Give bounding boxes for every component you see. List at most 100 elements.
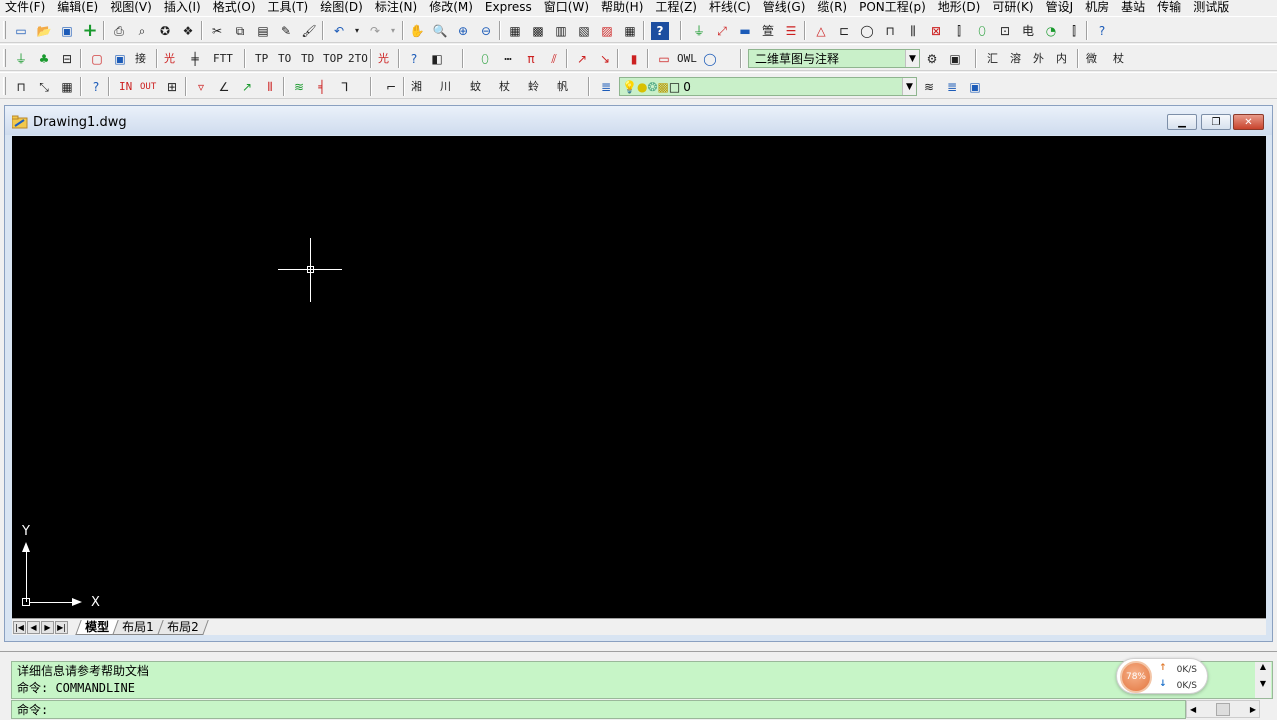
dim-grid-icon[interactable]: ▦ (58, 78, 76, 96)
oval-icon[interactable]: ⬯ (973, 22, 991, 40)
print-icon[interactable]: ⎙ (110, 22, 128, 40)
add-icon[interactable]: + (81, 22, 99, 40)
layer-states-icon[interactable]: ≣ (943, 78, 961, 96)
tab-layout1[interactable]: 布局1 (112, 619, 164, 635)
calculator-icon[interactable]: ▦ (621, 22, 639, 40)
brush-icon[interactable]: 🖌 (300, 22, 318, 40)
tb2-button-12[interactable]: 外 (1032, 50, 1045, 68)
sheetset-icon[interactable]: ▧ (575, 22, 593, 40)
ladder-icon[interactable]: ╡ (313, 78, 331, 96)
cut-icon[interactable]: ✂ (208, 22, 226, 40)
terrain-icon[interactable]: ⫿ (1065, 22, 1083, 40)
rack-icon[interactable]: ⫼ (904, 22, 922, 40)
redo-icon[interactable]: ↷ (366, 22, 384, 40)
menu-modify[interactable]: 修改(M) (424, 1, 480, 14)
menu-format[interactable]: 格式(O) (208, 1, 263, 14)
gauge-icon[interactable]: ◔ (1042, 22, 1060, 40)
redo-dropdown-icon[interactable]: ▾ (384, 22, 402, 40)
help-query-icon[interactable]: ? (87, 78, 105, 96)
tab-last-icon[interactable]: ▶| (55, 620, 68, 634)
tb3-button-6[interactable]: 蛉 (527, 78, 540, 96)
properties-icon[interactable]: ▦ (506, 22, 524, 40)
arrow-up-right-icon[interactable]: ↗ (573, 50, 591, 68)
tb2-button-15[interactable]: 杖 (1112, 50, 1125, 68)
menu-pipeline[interactable]: 管线(G) (758, 1, 813, 14)
tower-icon[interactable]: ⏚ (690, 22, 708, 40)
menu-insert[interactable]: 插入(I) (159, 1, 208, 14)
zoom-realtime-icon[interactable]: 🔍 (431, 22, 449, 40)
help-icon[interactable]: ? (651, 22, 669, 40)
query-icon[interactable]: ? (405, 50, 423, 68)
scroll-thumb[interactable] (1216, 702, 1230, 716)
toolbar-grip[interactable] (3, 77, 6, 95)
layer-manager-icon[interactable]: ≣ (597, 78, 615, 96)
box-icon[interactable]: ▢ (88, 50, 106, 68)
tb2-button-4[interactable]: TO (277, 50, 292, 68)
menu-view[interactable]: 视图(V) (105, 1, 159, 14)
cabinet-icon[interactable]: ⊟ (58, 50, 76, 68)
settings-icon[interactable]: ⚙ (923, 50, 941, 68)
tb2-button-13[interactable]: 内 (1055, 50, 1068, 68)
save-icon[interactable]: ▣ (58, 22, 76, 40)
layers-icon[interactable]: ☰ (782, 22, 800, 40)
command-splitter[interactable] (0, 651, 1277, 654)
link-icon[interactable]: ⤢ (713, 22, 731, 40)
angle-icon[interactable]: ∠ (215, 78, 233, 96)
minimize-button[interactable]: ▁ (1167, 114, 1197, 130)
pi-icon[interactable]: π (522, 50, 540, 68)
tb2-button-8[interactable]: 光 (377, 50, 390, 68)
toolbar-grip[interactable] (3, 21, 6, 39)
command-scrollbar[interactable]: ▲ ▼ (1255, 662, 1271, 698)
slash-icon[interactable]: ⫽ (545, 50, 563, 68)
tb2-button-10[interactable]: 汇 (986, 50, 999, 68)
chevron-down-icon[interactable]: ▼ (905, 50, 919, 67)
new-icon[interactable]: ▭ (12, 22, 30, 40)
scroll-down-icon[interactable]: ▼ (1255, 679, 1271, 688)
tb2-button-9[interactable]: OWL (676, 50, 698, 68)
tb2-button-3[interactable]: TP (254, 50, 269, 68)
circle-icon[interactable]: ◯ (858, 22, 876, 40)
table-icon[interactable]: ⊞ (163, 78, 181, 96)
tb3-button-4[interactable]: 蚊 (469, 78, 482, 96)
menu-express[interactable]: Express (480, 1, 539, 14)
menu-window[interactable]: 窗口(W) (539, 1, 596, 14)
tb2-button-1[interactable]: 光 (163, 50, 176, 68)
net-speed-widget[interactable]: 78% ↑ ↓ 0K/S 0K/S (1116, 658, 1208, 694)
drawing-canvas[interactable]: Y X (12, 136, 1266, 618)
tb2-button-14[interactable]: 微 (1085, 50, 1098, 68)
hook-icon[interactable]: ⅂ (336, 78, 354, 96)
menu-machine-room[interactable]: 机房 (1080, 1, 1116, 14)
cross-icon[interactable]: ╪ (186, 50, 204, 68)
menu-poleline[interactable]: 杆线(C) (704, 1, 758, 14)
menu-help[interactable]: 帮助(H) (596, 1, 650, 14)
toolbar-grip[interactable] (3, 49, 6, 67)
tb2-button-2[interactable]: FTT (212, 50, 234, 68)
frame-icon[interactable]: ⊓ (881, 22, 899, 40)
tb2-button-5[interactable]: TD (300, 50, 315, 68)
tab-first-icon[interactable]: |◀ (13, 620, 26, 634)
scroll-left-icon[interactable]: ◀ (1190, 705, 1196, 714)
tb3-button-3[interactable]: 川 (439, 78, 452, 96)
dim-linear-icon[interactable]: ⊓ (12, 78, 30, 96)
envelope-icon[interactable]: ⊠ (927, 22, 945, 40)
help-about-icon[interactable]: ? (1093, 22, 1111, 40)
drawing-titlebar[interactable]: Drawing1.dwg ▁ ❐ ✕ (5, 106, 1272, 135)
scroll-right-icon[interactable]: ▶ (1250, 705, 1256, 714)
factory-icon[interactable]: ⌐ (382, 78, 400, 96)
tb3-button-5[interactable]: 杖 (498, 78, 511, 96)
undo-dropdown-icon[interactable]: ▾ (348, 22, 366, 40)
designcenter-icon[interactable]: ▩ (529, 22, 547, 40)
menu-tools[interactable]: 工具(T) (263, 1, 316, 14)
menu-file[interactable]: 文件(F) (0, 1, 52, 14)
search-circle-icon[interactable]: ◯ (701, 50, 719, 68)
menu-cable[interactable]: 缆(R) (812, 1, 854, 14)
pan-icon[interactable]: ✋ (408, 22, 426, 40)
pole-icon[interactable]: ⫿ (950, 22, 968, 40)
pipe-icon[interactable]: 箮 (759, 22, 777, 40)
menu-dimension[interactable]: 标注(N) (370, 1, 424, 14)
dim-aligned-icon[interactable]: ⤡ (35, 78, 53, 96)
tab-layout2[interactable]: 布局2 (156, 619, 209, 635)
layer-combo[interactable]: 💡 ● ❂ ▩ □ 0 ▼ (619, 77, 917, 96)
bracket-icon[interactable]: ⊏ (835, 22, 853, 40)
menu-base-station[interactable]: 基站 (1116, 1, 1152, 14)
